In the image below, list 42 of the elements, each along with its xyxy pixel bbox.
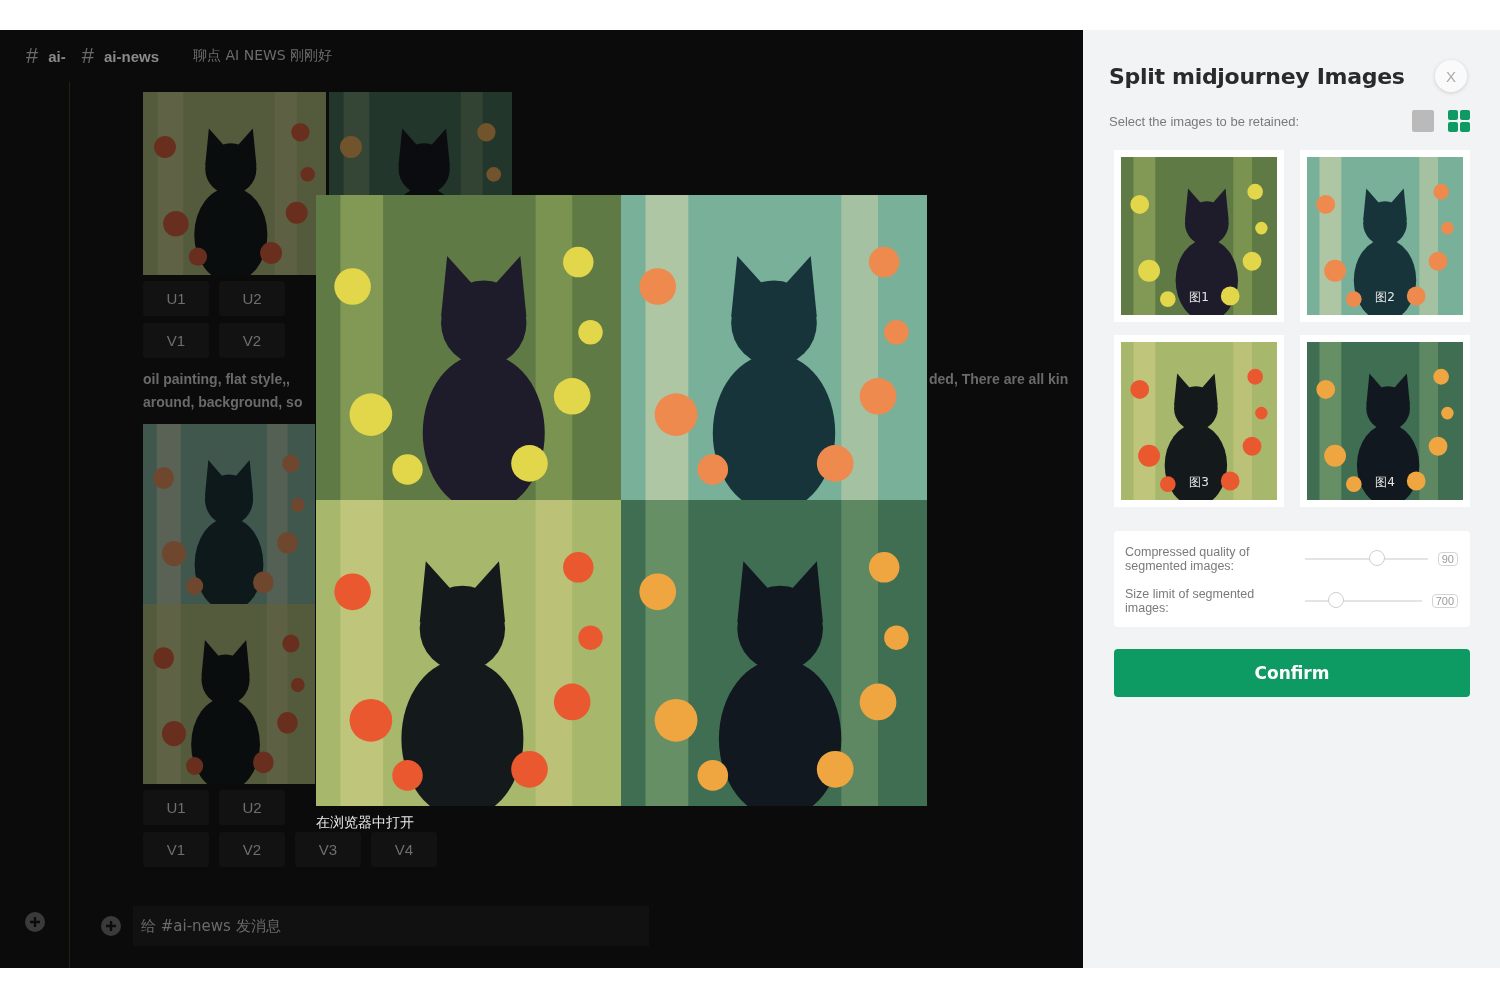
channel-name[interactable]: ai- [48,47,66,65]
prompt-text: oil painting, flat style,, [143,370,291,389]
image-card[interactable]: 图3 [1114,335,1284,507]
upscale-button[interactable]: U2 [219,281,285,316]
slider-thumb[interactable] [1328,592,1345,608]
prompt-text: around, background, so [143,393,304,412]
image-card[interactable]: 图2 [1300,150,1470,322]
image-label: 图1 [1188,289,1210,306]
confirm-button[interactable]: Confirm [1114,649,1470,697]
image-card[interactable]: 图1 [1114,150,1284,322]
grid-view-icon[interactable] [1448,110,1470,132]
value-field[interactable]: 700 [1431,594,1458,608]
channel-topic: 聊点 AI NEWS 刚刚好 [193,47,333,65]
image-label: 图3 [1188,474,1210,491]
setting-label: Compressed quality of segmented images: [1125,545,1251,573]
message-field[interactable]: 给 #ai-news 发消息 [133,906,649,946]
upscale-button[interactable]: V1 [143,323,209,358]
add-icon[interactable] [24,912,45,932]
channel-hash-icon: # [81,43,94,69]
upscale-button[interactable]: V3 [295,832,361,867]
upscale-button[interactable]: V4 [371,832,437,867]
upscale-button[interactable]: U1 [143,790,209,825]
value-field[interactable]: 90 [1437,552,1458,566]
instruction-text: Select the images to be retained: [1109,113,1300,129]
upscale-button[interactable]: V2 [219,323,285,358]
slider-thumb[interactable] [1369,550,1386,566]
open-in-browser-link[interactable]: 在浏览器中打开 [316,814,414,832]
image-label: 图4 [1374,474,1396,491]
upscale-button[interactable]: U1 [143,281,209,316]
setting-label: Size limit of segmented images: [1125,587,1256,615]
single-view-icon[interactable] [1412,110,1434,132]
image-card[interactable]: 图4 [1300,335,1470,507]
close-button[interactable]: X [1435,60,1467,92]
channel-hash-icon: # [26,43,39,69]
image-label: 图2 [1374,289,1396,306]
channel-name[interactable]: ai-news [104,47,160,65]
upscale-button[interactable]: U2 [219,790,285,825]
upscale-button[interactable]: V1 [143,832,209,867]
add-icon[interactable] [101,916,121,936]
prompt-text: ded, There are all kin [929,370,1069,389]
upscale-button[interactable]: V2 [219,832,285,867]
panel-title: Split midjourney Images [1109,63,1405,89]
